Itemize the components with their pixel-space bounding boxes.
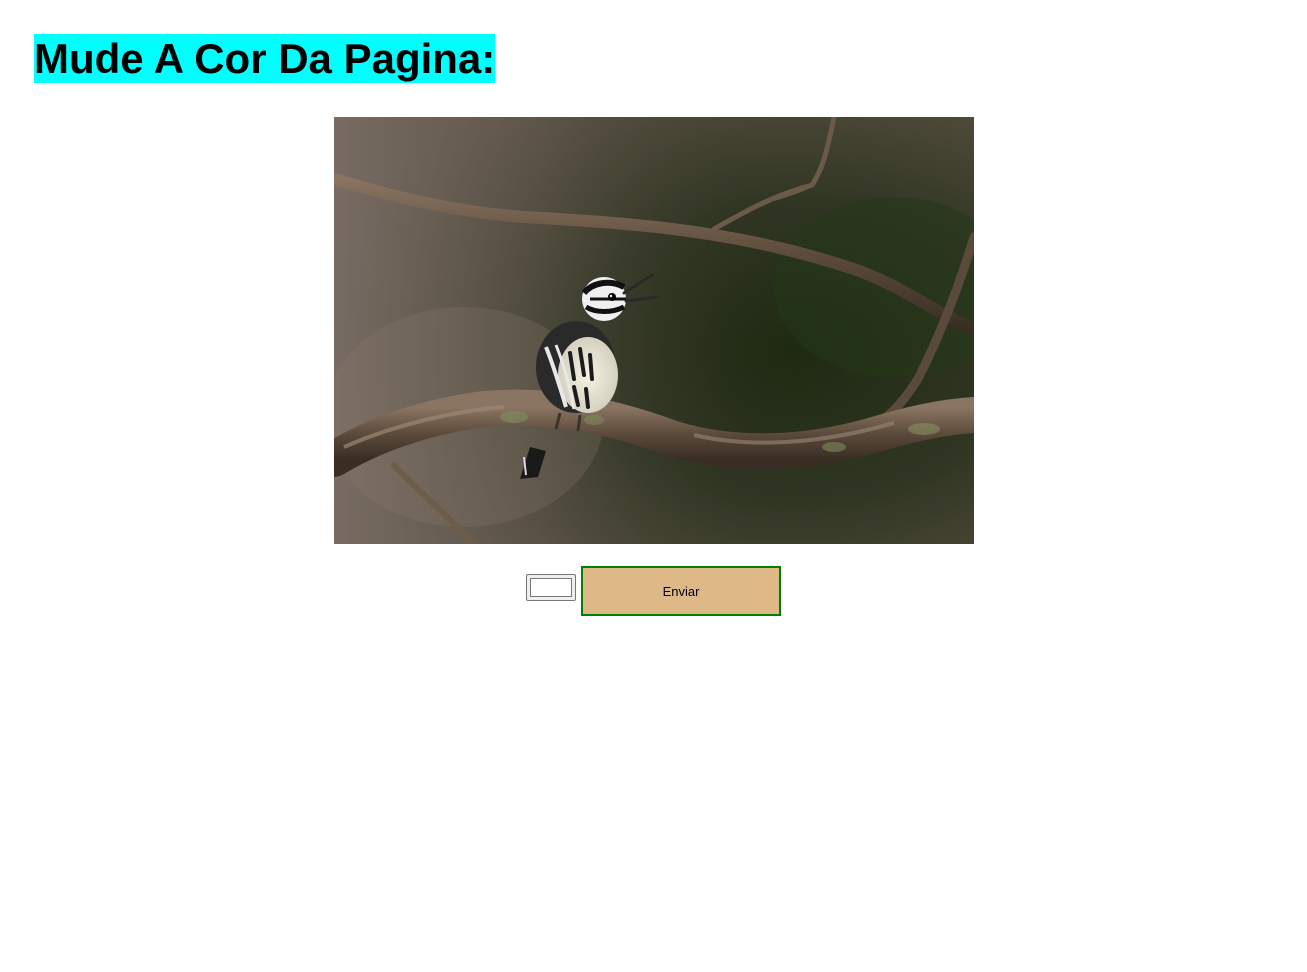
bird-photo	[334, 117, 974, 544]
page-title: Mude A Cor Da Pagina:	[34, 34, 496, 83]
color-swatch	[530, 578, 572, 597]
submit-button[interactable]: Enviar	[581, 566, 781, 616]
color-picker-input[interactable]	[526, 574, 576, 601]
